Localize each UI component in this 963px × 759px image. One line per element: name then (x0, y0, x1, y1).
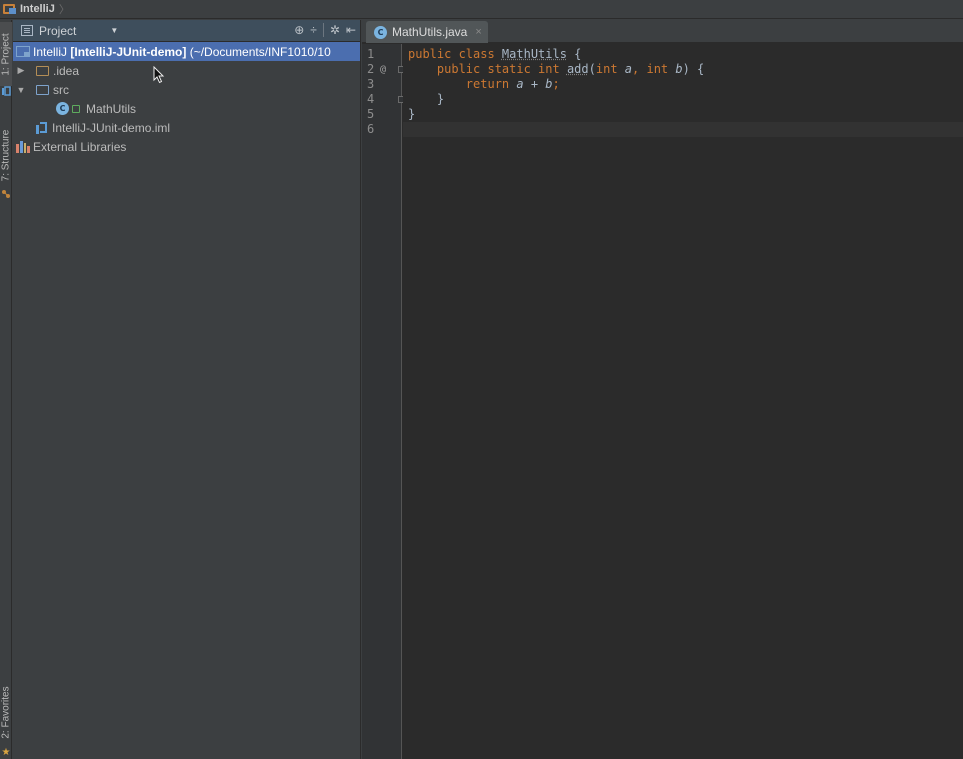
libraries-icon (16, 140, 30, 153)
line-number: 5 (367, 107, 375, 121)
collapse-all-icon[interactable]: ÷ (310, 23, 317, 37)
breadcrumb-project[interactable]: IntelliJ (20, 3, 55, 15)
source-folder-icon (36, 84, 49, 95)
left-tool-strip: 1: Project 7: Structure 2: Favorites ★ (0, 20, 12, 759)
tree-item-label: src (53, 82, 69, 97)
tree-item-label: MathUtils (86, 101, 137, 116)
tool-tab-favorites[interactable]: 2: Favorites (0, 676, 12, 748)
tool-tab-project[interactable]: 1: Project (0, 22, 12, 86)
access-modifier-icon (72, 104, 80, 113)
editor-tab-mathutils[interactable]: C MathUtils.java × (366, 21, 488, 43)
gear-icon[interactable]: ✲ (330, 23, 340, 37)
project-panel: Project ▼ ⊕ ÷ ✲ ⇤ IntelliJ [IntelliJ-JUn… (13, 20, 361, 759)
star-icon: ★ (1, 746, 11, 758)
project-view-dropdown[interactable]: Project (39, 24, 76, 38)
project-tool-icon[interactable] (0, 84, 12, 98)
tree-row-project-root[interactable]: IntelliJ [IntelliJ-JUnit-demo] (~/Docume… (13, 42, 360, 61)
project-view-icon (21, 25, 33, 36)
tree-row-iml[interactable]: IntelliJ-JUnit-demo.iml (13, 118, 360, 137)
tree-item-label: .idea (53, 63, 80, 78)
toolbar-divider (322, 23, 324, 37)
override-marker-icon[interactable]: @ (380, 62, 386, 77)
project-tree: IntelliJ [IntelliJ-JUnit-demo] (~/Docume… (13, 42, 360, 156)
class-icon: C (56, 102, 69, 115)
tree-root-label: IntelliJ [IntelliJ-JUnit-demo] (~/Docume… (33, 44, 331, 59)
module-icon (16, 46, 30, 57)
hide-panel-icon[interactable]: ⇤ (346, 23, 356, 37)
code-editor: C MathUtils.java × 1 2 @ 3 4 5 6 public c… (362, 20, 963, 759)
tool-tab-favorites-label: 2: Favorites (0, 685, 12, 739)
expand-arrow-icon[interactable]: ▶ (16, 65, 26, 76)
code-line: public class MathUtils { (408, 47, 582, 61)
editor-tab-label: MathUtils.java (392, 25, 468, 39)
tree-row-mathutils[interactable]: C MathUtils (13, 99, 360, 118)
navigation-bar: IntelliJ 〉 (0, 0, 963, 19)
editor-tab-bar: C MathUtils.java × (362, 20, 963, 43)
project-panel-header: Project ▼ ⊕ ÷ ✲ ⇤ (13, 20, 360, 42)
tree-item-label: External Libraries (33, 139, 127, 154)
line-number: 6 (367, 122, 375, 136)
code-line-current (403, 122, 963, 137)
tool-tab-project-label: 1: Project (0, 32, 12, 76)
editor-gutter: 1 2 @ 3 4 5 6 (362, 44, 405, 759)
project-icon (3, 3, 17, 15)
line-number: 2 @ (362, 62, 405, 77)
breadcrumb-separator-icon: 〉 (58, 4, 70, 16)
folder-icon (36, 65, 49, 76)
class-icon: C (374, 25, 387, 39)
code-line: } (408, 107, 416, 121)
close-icon[interactable]: × (475, 26, 481, 38)
line-number: 4 (362, 92, 405, 107)
structure-icon (0, 188, 12, 200)
tree-row-src[interactable]: ▼ src (13, 80, 360, 99)
code-line: } (408, 92, 445, 106)
code-line: public static int add(int a, int b) { (436, 62, 705, 76)
scroll-from-source-icon[interactable]: ⊕ (294, 23, 304, 37)
tree-row-external-libraries[interactable]: External Libraries (13, 137, 360, 156)
code-area[interactable]: public class MathUtils { public static i… (403, 44, 963, 759)
tree-row-idea[interactable]: ▶ .idea (13, 61, 360, 80)
line-number: 1 (367, 47, 375, 61)
tree-item-label: IntelliJ-JUnit-demo.iml (52, 120, 171, 135)
mouse-cursor-icon (153, 66, 165, 84)
collapse-arrow-icon[interactable]: ▼ (16, 85, 26, 95)
code-line: return a + b; (465, 77, 560, 91)
iml-file-icon (36, 121, 48, 134)
tool-tab-structure[interactable]: 7: Structure (0, 116, 12, 194)
tool-tab-structure-label: 7: Structure (0, 129, 12, 181)
line-number: 3 (367, 77, 375, 91)
chevron-down-icon[interactable]: ▼ (110, 26, 118, 35)
